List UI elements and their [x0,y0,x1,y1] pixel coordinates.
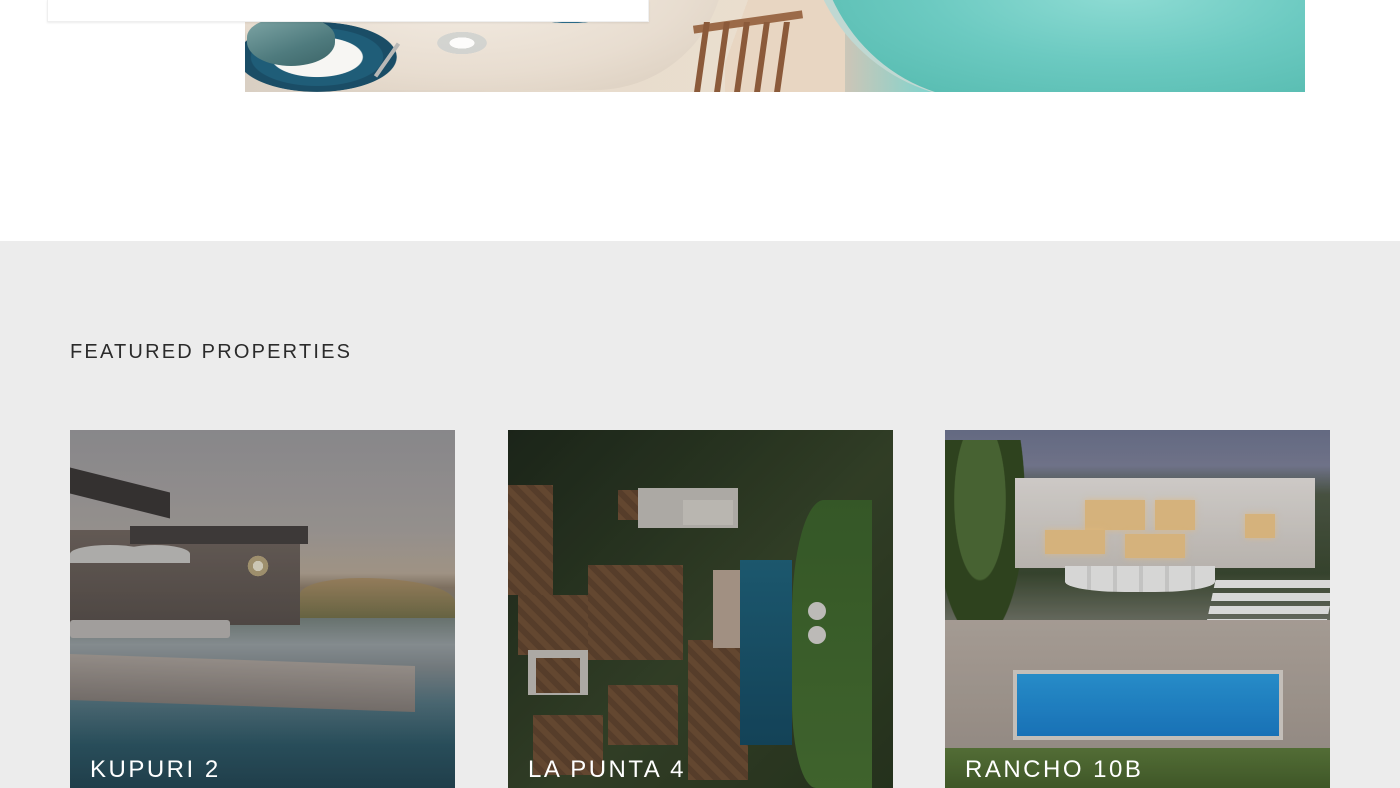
featured-properties-section: FEATURED PROPERTIES KUPURI 2 LA PUNTA 4 … [0,241,1400,788]
hero-napkin-graphic [247,18,335,66]
property-card-la-punta-4[interactable]: LA PUNTA 4 [508,430,893,788]
property-name: KUPURI 2 [90,756,221,783]
property-card-rancho-10b[interactable]: RANCHO 10B [945,430,1330,788]
hero-content-card [47,0,649,22]
property-card-kupuri-2[interactable]: KUPURI 2 [70,430,455,788]
property-name: RANCHO 10B [965,756,1144,783]
section-title: FEATURED PROPERTIES [70,341,353,363]
hero-chair-graphic [685,0,805,92]
property-name: LA PUNTA 4 [528,756,686,783]
hero-glass-graphic [433,30,491,56]
hero-pool-graphic [805,0,1305,92]
